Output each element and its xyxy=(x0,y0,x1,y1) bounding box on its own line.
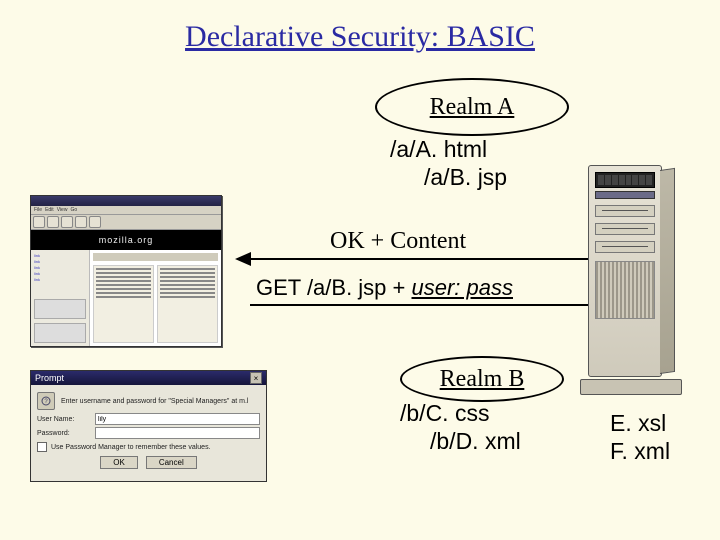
password-label: Password: xyxy=(37,430,89,437)
browser-content xyxy=(90,250,221,346)
remember-label: Use Password Manager to remember these v… xyxy=(51,444,211,451)
request-flow-credentials: user: pass xyxy=(412,275,514,300)
home-icon xyxy=(89,216,101,228)
realm-b-bubble: Realm B xyxy=(400,356,564,402)
username-label: User Name: xyxy=(37,416,89,423)
remember-checkbox[interactable] xyxy=(37,442,47,452)
ok-button[interactable]: OK xyxy=(100,456,138,469)
prompt-title: Prompt xyxy=(35,373,64,383)
username-field[interactable] xyxy=(95,413,260,425)
server-case xyxy=(588,165,662,377)
question-icon: ? xyxy=(37,392,55,410)
realm-b-files: /b/C. css /b/D. xml xyxy=(400,400,521,455)
content-header xyxy=(93,253,218,261)
server-illustration xyxy=(580,165,690,395)
back-icon xyxy=(33,216,45,228)
browser-titlebar xyxy=(31,196,221,206)
server-base xyxy=(580,379,682,395)
realm-a-file-1: /a/A. html xyxy=(390,136,487,162)
realm-a-label: Realm A xyxy=(430,94,515,121)
sidebar-block xyxy=(34,323,86,343)
response-flow-label: OK + Content xyxy=(330,228,466,255)
realm-b-label: Realm B xyxy=(440,366,525,393)
browser-window: File Edit View Go mozilla.org linklinkli… xyxy=(30,195,222,347)
response-arrow-head xyxy=(235,252,251,266)
root-file-1: E. xsl xyxy=(610,410,666,436)
auth-prompt-dialog: Prompt × ? Enter username and password f… xyxy=(30,370,267,482)
sidebar-block xyxy=(34,299,86,319)
request-flow-prefix: GET /a/B. jsp + xyxy=(256,275,412,300)
server-root-files: E. xsl F. xml xyxy=(610,410,670,465)
reload-icon xyxy=(61,216,73,228)
response-arrow-line xyxy=(250,258,590,260)
server-vent xyxy=(595,261,655,319)
cancel-button[interactable]: Cancel xyxy=(146,456,197,469)
server-drive xyxy=(595,205,655,217)
browser-menu-item: View xyxy=(57,207,68,213)
server-drive xyxy=(595,241,655,253)
realm-b-file-1: /b/C. css xyxy=(400,400,489,426)
content-column xyxy=(93,265,154,343)
root-file-2: F. xml xyxy=(610,438,670,464)
server-bay xyxy=(595,172,655,188)
close-icon[interactable]: × xyxy=(250,372,262,384)
realm-b-file-2: /b/D. xml xyxy=(400,428,521,456)
browser-body: linklinklinklinklink xyxy=(31,250,221,346)
forward-icon xyxy=(47,216,59,228)
browser-sidebar: linklinklinklinklink xyxy=(31,250,90,346)
realm-a-file-2: /a/B. jsp xyxy=(390,164,507,192)
browser-menubar: File Edit View Go xyxy=(31,206,221,215)
request-arrow-line xyxy=(250,304,590,306)
password-field[interactable] xyxy=(95,427,260,439)
slide-title: Declarative Security: BASIC xyxy=(0,20,720,54)
content-column xyxy=(157,265,218,343)
browser-toolbar xyxy=(31,215,221,230)
prompt-titlebar: Prompt × xyxy=(31,371,266,385)
browser-menu-item: File xyxy=(34,207,42,213)
browser-menu-item: Go xyxy=(70,207,77,213)
browser-banner: mozilla.org xyxy=(31,230,221,250)
request-flow-label: GET /a/B. jsp + user: pass xyxy=(256,275,513,301)
browser-menu-item: Edit xyxy=(45,207,54,213)
stop-icon xyxy=(75,216,87,228)
realm-a-files: /a/A. html /a/B. jsp xyxy=(390,136,507,191)
server-badge xyxy=(595,191,655,199)
prompt-message: Enter username and password for "Special… xyxy=(61,398,248,405)
server-drive xyxy=(595,223,655,235)
sidebar-links: linklinklinklinklink xyxy=(34,253,86,295)
realm-a-bubble: Realm A xyxy=(375,78,569,136)
